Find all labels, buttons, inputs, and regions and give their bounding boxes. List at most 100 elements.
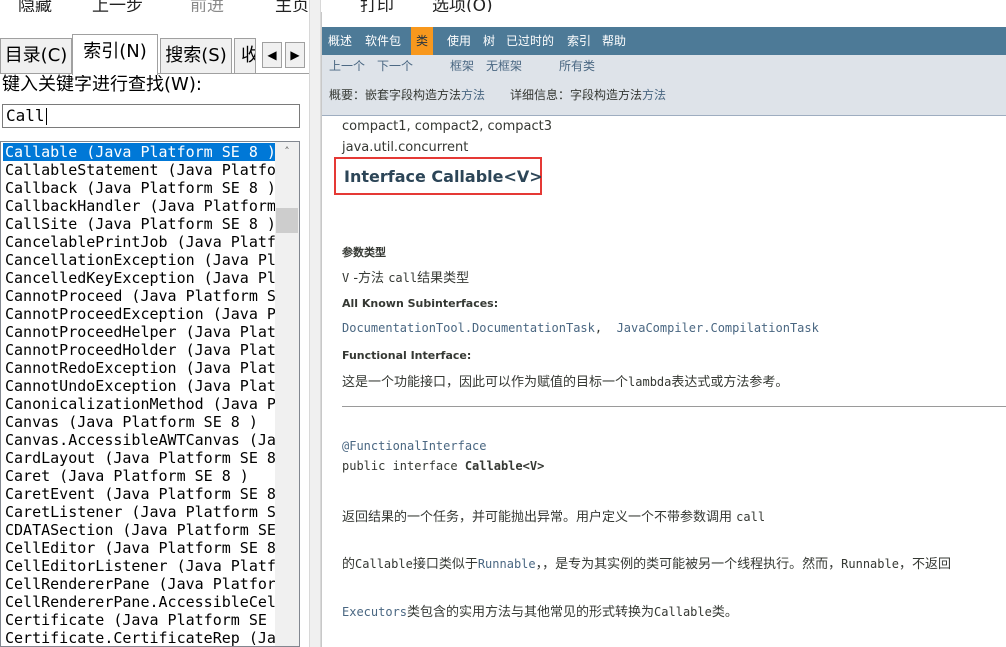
type-param-desc: -方法 [349, 271, 389, 286]
list-item[interactable]: Certificate (Java Platform SE 8 ) [3, 611, 275, 629]
list-item[interactable]: CancelablePrintJob (Java Platform SE 8 ) [3, 233, 275, 251]
list-item[interactable]: Caret (Java Platform SE 8 ) [3, 467, 275, 485]
list-item[interactable]: CellEditorListener (Java Platform SE 8 ) [3, 557, 275, 575]
desc2-runnable: Runnable [841, 557, 899, 571]
package-name: java.util.concurrent [342, 140, 469, 155]
options-button[interactable]: 选项(O) [432, 0, 493, 12]
list-item[interactable]: CallableStatement (Java Platform SE 8 ) [3, 161, 275, 179]
tab-index[interactable]: 索引(N) [72, 34, 158, 75]
prev-class-link[interactable]: 上一个 [329, 57, 365, 74]
list-item[interactable]: CellRendererPane.AccessibleCellRendererP… [3, 593, 275, 611]
top-navbar: 概述 软件包 类 使用 树 已过时的 索引 帮助 [322, 27, 1006, 55]
nav-deprecated[interactable]: 已过时的 [506, 27, 554, 55]
functional-heading: Functional Interface: [342, 349, 472, 362]
desc3-b: 类。 [711, 605, 738, 620]
next-class-link[interactable]: 下一个 [377, 57, 413, 74]
decl-prefix: public interface [342, 459, 465, 473]
subinterface-separator: , [594, 321, 610, 335]
scroll-up-icon[interactable]: ˄ [275, 142, 299, 162]
print-button[interactable]: 打印 [360, 0, 394, 12]
list-item[interactable]: CannotProceedHolder (Java Platform SE 8 … [3, 341, 275, 359]
decl-name: Callable<V> [464, 459, 545, 473]
list-item[interactable]: CannotRedoException (Java Platform SE 8 … [3, 359, 275, 377]
desc3-a: 类包含的实用方法与其他常见的形式转换为 [407, 605, 655, 620]
list-item[interactable]: CallbackHandler (Java Platform SE 8 ) [3, 197, 275, 215]
list-item[interactable]: CDATASection (Java Platform SE 8 ) [3, 521, 275, 539]
summary-constr: 构造方法 [413, 88, 462, 102]
list-item[interactable]: CannotProceedException (Java Platform SE… [3, 305, 275, 323]
list-item[interactable]: CallSite (Java Platform SE 8 ) [3, 215, 275, 233]
list-item[interactable]: Canvas (Java Platform SE 8 ) [3, 413, 275, 431]
runnable-link[interactable]: Runnable [478, 557, 536, 571]
forward-button[interactable]: 前进 [190, 0, 224, 12]
tab-favorites[interactable]: 收 [234, 38, 256, 74]
frames-link[interactable]: 框架 [450, 57, 474, 74]
keyword-input[interactable]: Call [2, 104, 300, 128]
nav-tabs: 目录(C) 索引(N) 搜索(S) 收 ◀ ▶ [0, 34, 309, 75]
nav-class[interactable]: 类 [411, 27, 434, 55]
summary-method-link[interactable]: 方法 [461, 86, 485, 103]
functional-text-b: 表达式或方法参考。 [671, 375, 789, 390]
list-item[interactable]: Canvas.AccessibleAWTCanvas (Java Platfor… [3, 431, 275, 449]
tab-favorites-label: 收 [241, 45, 255, 66]
arrow-right-icon: ▶ [290, 48, 300, 62]
desc2-b: 接口类似于 [412, 557, 478, 572]
index-listbox[interactable]: Callable (Java Platform SE 8 ) CallableSt… [0, 141, 300, 647]
text-caret [45, 108, 47, 125]
no-frames-link[interactable]: 无框架 [486, 57, 522, 74]
all-classes-link[interactable]: 所有类 [559, 57, 595, 74]
subinterface-documentation-task-link[interactable]: DocumentationTool.DocumentationTask [342, 321, 595, 335]
class-documentation: compact1, compact2, compact3 java.util.c… [334, 116, 1006, 647]
nav-overview[interactable]: 概述 [328, 27, 352, 55]
profiles-text: compact1, compact2, compact3 [342, 119, 553, 134]
hide-button[interactable]: 隐藏 [18, 0, 52, 12]
list-item[interactable]: CannotProceed (Java Platform SE 8 ) [3, 287, 275, 305]
type-param-call: call [388, 271, 418, 285]
list-item[interactable]: CaretListener (Java Platform SE 8 ) [3, 503, 275, 521]
functional-text-lambda: lambda [628, 375, 672, 389]
tab-scroll-left-button[interactable]: ◀ [262, 42, 282, 68]
list-item[interactable]: Certificate.CertificateRep (Java Platfor… [3, 629, 275, 646]
list-item[interactable]: CellEditor (Java Platform SE 8 ) [3, 539, 275, 557]
home-button[interactable]: 主页 [275, 0, 309, 12]
executors-link[interactable]: Executors [342, 605, 407, 619]
keyword-input-value: Call [6, 106, 45, 125]
list-item[interactable]: CancelledKeyException (Java Platform SE … [3, 269, 275, 287]
content-pane: 概述 软件包 类 使用 树 已过时的 索引 帮助 上一个 下一个 框架 无框架 … [321, 12, 1006, 647]
class-declaration: public interface Callable<V> [342, 459, 544, 473]
scrollbar-thumb[interactable] [276, 208, 298, 233]
list-item[interactable]: CanonicalizationMethod (Java Platform SE… [3, 395, 275, 413]
nav-help[interactable]: 帮助 [602, 27, 626, 55]
functional-text: 这是一个功能接口，因此可以作为赋值的目标一个lambda表达式或方法参考。 [342, 371, 788, 390]
detail-label: 详细信息： [510, 88, 571, 102]
tab-search[interactable]: 搜索(S) [160, 38, 232, 74]
tab-scroll-right-button[interactable]: ▶ [285, 42, 305, 68]
pane-splitter[interactable] [309, 0, 321, 647]
subinterface-compilation-task-link[interactable]: JavaCompiler.CompilationTask [617, 321, 819, 335]
detail-method-link[interactable]: 方法 [642, 86, 666, 103]
nav-tree[interactable]: 树 [483, 27, 495, 55]
index-scrollbar[interactable]: ˄ [275, 142, 299, 646]
desc2-callable: Callable [355, 557, 413, 571]
nav-use[interactable]: 使用 [447, 27, 471, 55]
list-item[interactable]: CannotProceedHelper (Java Platform SE 8 … [3, 323, 275, 341]
list-item[interactable]: CancellationException (Java Platform SE … [3, 251, 275, 269]
list-item[interactable]: CaretEvent (Java Platform SE 8 ) [3, 485, 275, 503]
list-item[interactable]: CannotUndoException (Java Platform SE 8 … [3, 377, 275, 395]
desc1-text: 返回结果的一个任务，并可能抛出异常。用户定义一个不带参数调用 [342, 510, 737, 525]
annotation-link[interactable]: @FunctionalInterface [342, 439, 487, 453]
list-item[interactable]: Callback (Java Platform SE 8 ) [3, 179, 275, 197]
nav-index[interactable]: 索引 [567, 27, 591, 55]
subinterfaces-row: DocumentationTool.DocumentationTask, Jav… [342, 321, 819, 335]
desc2-c: ，，是专为其实例的类可能被另一个线程执行。然而， [535, 557, 842, 572]
nav-package[interactable]: 软件包 [365, 27, 401, 55]
list-item[interactable]: Callable (Java Platform SE 8 ) [3, 143, 275, 161]
description-line-2: 的Callable接口类似于Runnable，，是专为其实例的类可能被另一个线程… [342, 553, 951, 572]
list-item[interactable]: CardLayout (Java Platform SE 8 ) [3, 449, 275, 467]
tab-contents-label: 目录(C) [4, 45, 68, 66]
list-item[interactable]: CellRendererPane (Java Platform SE 8 ) [3, 575, 275, 593]
tab-contents[interactable]: 目录(C) [0, 38, 72, 74]
tab-index-label: 索引(N) [83, 41, 147, 62]
back-button[interactable]: 上一步 [92, 0, 143, 12]
functional-text-a: 这是一个功能接口，因此可以作为赋值的目标一个 [342, 375, 629, 390]
